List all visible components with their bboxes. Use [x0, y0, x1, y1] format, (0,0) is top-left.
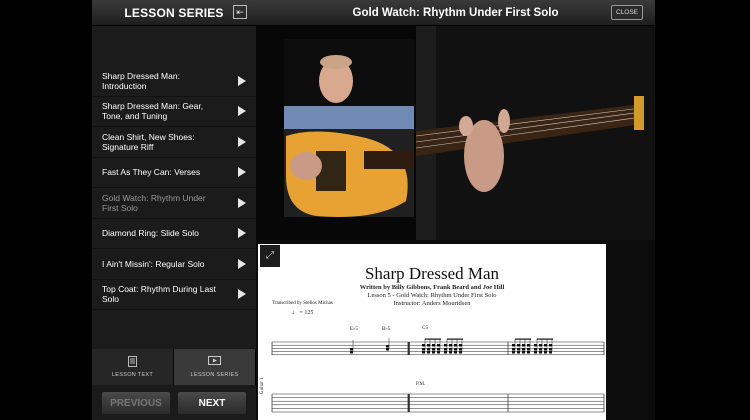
lesson-item-label: Sharp Dressed Man: Gear, Tone, and Tunin… — [102, 101, 204, 122]
lesson-item-label: Diamond Ring: Slide Solo — [102, 228, 199, 239]
play-arrow-icon — [238, 258, 246, 269]
score-panel: ⤢ Sharp Dressed Man Written by Billy Gib… — [256, 244, 655, 420]
previous-button[interactable]: PREVIOUS — [102, 392, 170, 414]
lesson-item-label: Sharp Dressed Man: Introduction — [102, 70, 180, 91]
video-icon — [208, 356, 221, 370]
video-frame — [256, 26, 655, 240]
play-arrow-icon — [238, 136, 246, 147]
play-arrow-icon — [238, 197, 246, 208]
expand-icon[interactable]: ⤢ — [260, 245, 280, 267]
lesson-item-2[interactable]: Sharp Dressed Man: Gear, Tone, and Tunin… — [92, 97, 256, 127]
document-icon — [128, 356, 137, 370]
tab-lesson-series[interactable]: LESSON SERIES — [174, 349, 256, 385]
close-button[interactable]: CLOSE — [610, 5, 643, 20]
lesson-item-4[interactable]: Fast As They Can: Verses — [92, 158, 256, 188]
lesson-item-5[interactable]: Gold Watch: Rhythm Under First Solo — [92, 188, 256, 219]
next-button[interactable]: NEXT — [178, 392, 246, 414]
lesson-item-label: Fast As They Can: Verses — [102, 167, 201, 178]
video-player[interactable] — [256, 26, 655, 240]
lesson-item-7[interactable]: I Ain't Missin': Regular Solo — [92, 249, 256, 280]
lesson-item-label: Clean Shirt, New Shoes: Signature Riff — [102, 131, 195, 152]
lesson-item-1[interactable]: Sharp Dressed Man: Introduction — [92, 66, 256, 97]
collapse-left-icon[interactable]: ⇤ — [233, 5, 247, 19]
tab-label: LESSON SERIES — [190, 372, 239, 378]
lesson-app: LESSON SERIES ⇤ Sharp Dressed Man: Intro… — [92, 0, 655, 420]
lesson-list: Sharp Dressed Man: Introduction Sharp Dr… — [92, 66, 256, 310]
lesson-item-label: I Ain't Missin': Regular Solo — [102, 258, 205, 269]
play-arrow-icon — [238, 75, 246, 86]
sidebar-header: LESSON SERIES ⇤ — [92, 0, 256, 26]
tab-lesson-text[interactable]: LESSON TEXT — [92, 349, 174, 385]
sidebar-tabs: LESSON TEXT LESSON SERIES — [92, 349, 256, 385]
lesson-navigation: PREVIOUS NEXT — [92, 386, 256, 420]
play-arrow-icon — [238, 106, 246, 117]
play-arrow-icon — [238, 289, 246, 300]
lesson-item-label: Top Coat: Rhythm During Last Solo — [102, 284, 216, 305]
tab-label: LESSON TEXT — [111, 372, 154, 378]
sheet-music: ⤢ Sharp Dressed Man Written by Billy Gib… — [258, 244, 606, 420]
lesson-item-8[interactable]: Top Coat: Rhythm During Last Solo — [92, 280, 256, 310]
main-header: Gold Watch: Rhythm Under First Solo CLOS… — [256, 0, 655, 26]
notation-staff — [271, 338, 605, 413]
main-panel: Gold Watch: Rhythm Under First Solo CLOS… — [256, 0, 655, 420]
play-arrow-icon — [238, 228, 246, 239]
lesson-item-6[interactable]: Diamond Ring: Slide Solo — [92, 219, 256, 249]
sidebar-title: LESSON SERIES — [124, 5, 224, 20]
lesson-title: Gold Watch: Rhythm Under First Solo — [352, 6, 559, 19]
lesson-item-3[interactable]: Clean Shirt, New Shoes: Signature Riff — [92, 127, 256, 158]
play-arrow-icon — [238, 167, 246, 178]
sidebar: LESSON SERIES ⇤ Sharp Dressed Man: Intro… — [92, 0, 256, 420]
lesson-item-label: Gold Watch: Rhythm Under First Solo — [102, 192, 206, 213]
